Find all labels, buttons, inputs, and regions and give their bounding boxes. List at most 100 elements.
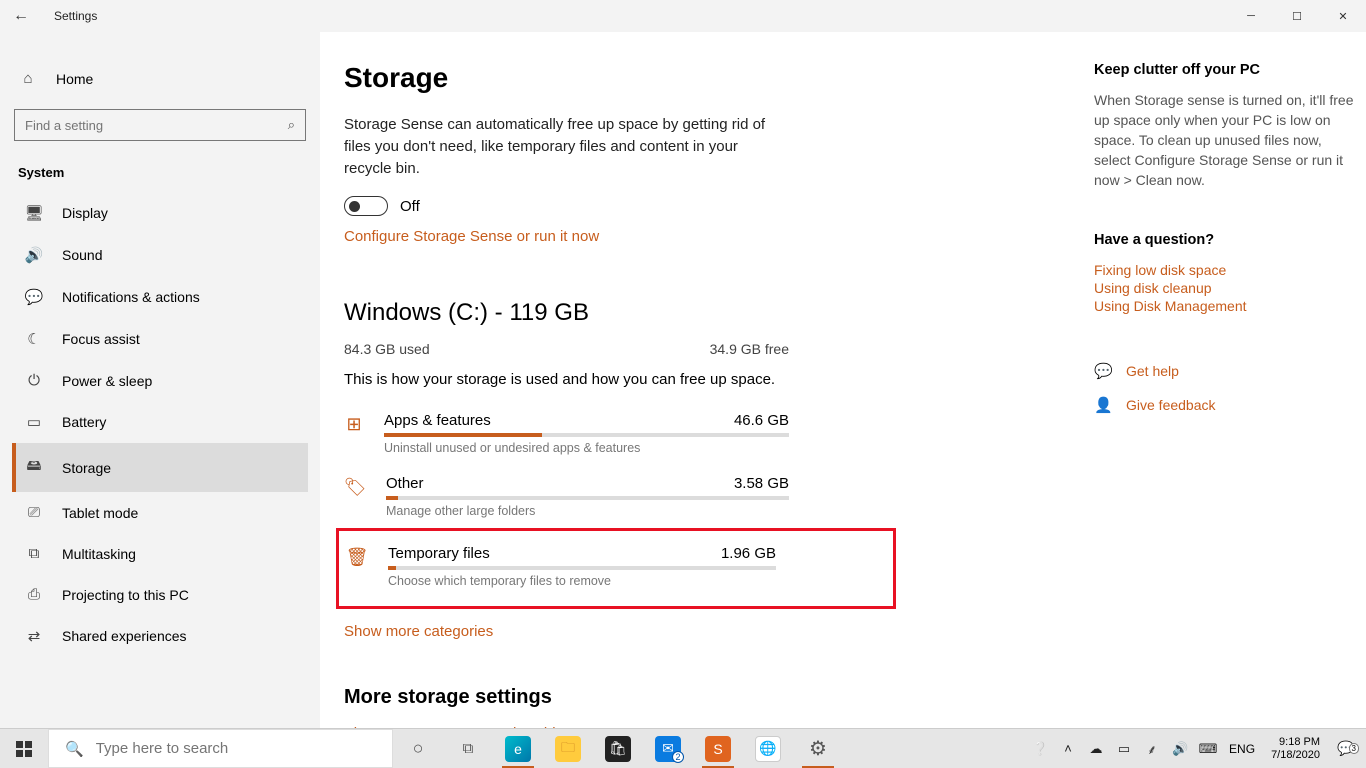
tip-body: When Storage sense is turned on, it'll f…	[1094, 90, 1354, 190]
sidebar-item-label: Notifications & actions	[62, 289, 200, 305]
sidebar-item-sound[interactable]: 🔊 Sound	[12, 234, 308, 276]
sidebar-item-label: Power & sleep	[62, 373, 152, 389]
taskbar-app-mail[interactable]: ✉ 2	[643, 729, 693, 768]
taskbar-app-chrome[interactable]: 🌐	[743, 729, 793, 768]
mail-badge: 2	[672, 751, 684, 763]
help-link[interactable]: Using disk cleanup	[1094, 280, 1354, 296]
sidebar-item-icon: ⎙	[24, 586, 44, 603]
sidebar-item-power-sleep[interactable]: ⏻Power & sleep	[12, 360, 308, 401]
sidebar-item-icon: ☾	[24, 330, 44, 348]
tray-clock[interactable]: 9:18 PM 7/18/2020	[1265, 736, 1326, 762]
sidebar-item-shared-experiences[interactable]: ⇄ Shared experiences	[12, 615, 308, 657]
storage-category-other[interactable]: 🏷 Other 3.58 GB Manage other large folde…	[344, 465, 789, 528]
toggle-state: Off	[400, 198, 420, 215]
maximize-button[interactable]: ☐	[1274, 0, 1320, 32]
help-link[interactable]: Using Disk Management	[1094, 298, 1354, 314]
category-name: Apps & features	[384, 412, 491, 429]
sidebar-item-label: Display	[62, 205, 108, 221]
feedback-label: Give feedback	[1126, 397, 1216, 413]
sidebar-item-icon: 🖥	[24, 204, 44, 222]
sidebar-item-label: Shared experiences	[62, 628, 187, 644]
storage-category-temporary-files[interactable]: 🗑 Temporary files 1.96 GB Choose which t…	[346, 535, 776, 598]
taskbar-app-settings[interactable]: ⚙	[793, 729, 843, 768]
home-icon: ⌂	[18, 70, 38, 87]
search-icon: ⌕	[288, 117, 295, 133]
sidebar-item-display[interactable]: 🖥 Display	[12, 192, 308, 234]
sidebar-item-label: Multitasking	[62, 546, 136, 562]
main-panel: Storage Storage Sense can automatically …	[320, 32, 1366, 728]
sidebar-item-battery[interactable]: ▭ Battery	[12, 401, 308, 443]
sidebar-item-label: Sound	[62, 247, 102, 263]
taskbar-search-input[interactable]	[96, 740, 376, 757]
tray-onedrive-icon[interactable]: ☁	[1085, 741, 1107, 757]
close-button[interactable]: ✕	[1320, 0, 1366, 32]
show-more-categories[interactable]: Show more categories	[344, 623, 904, 640]
category-bar	[386, 496, 789, 500]
tray-language[interactable]: ENG	[1225, 742, 1259, 756]
page-title: Storage	[344, 62, 904, 94]
system-tray: ❔ ˄ ☁ ▭ ⸙ 🔊 ⌨ ENG 9:18 PM 7/18/2020 💬3	[1029, 729, 1366, 768]
tray-chevron-icon[interactable]: ˄	[1057, 741, 1079, 756]
taskbar-app-store[interactable]: 🛍	[593, 729, 643, 768]
feedback-icon: 👤	[1094, 396, 1112, 414]
tray-power-icon[interactable]: ▭	[1113, 741, 1135, 757]
sidebar-item-icon: ⧉	[24, 545, 44, 562]
cortana-icon[interactable]: ○	[393, 729, 443, 768]
get-help-row[interactable]: 💬 Get help	[1094, 362, 1354, 380]
sidebar-item-multitasking[interactable]: ⧉ Multitasking	[12, 533, 308, 574]
drive-heading: Windows (C:) - 119 GB	[344, 299, 904, 327]
taskbar-app-edge[interactable]: e	[493, 729, 543, 768]
category-name: Other	[386, 475, 424, 492]
minimize-button[interactable]: ─	[1228, 0, 1274, 32]
sidebar-item-storage[interactable]: 🖴Storage	[12, 443, 308, 492]
sidebar-item-label: Battery	[62, 414, 106, 430]
category-hint: Uninstall unused or undesired apps & fea…	[384, 441, 789, 455]
category-name: Temporary files	[388, 545, 490, 562]
back-button[interactable]: ←	[6, 7, 36, 25]
storage-sense-toggle[interactable]	[344, 196, 388, 216]
help-link[interactable]: Fixing low disk space	[1094, 262, 1354, 278]
sidebar-item-icon: ▭	[24, 413, 44, 431]
sidebar-item-notifications-actions[interactable]: 💬Notifications & actions	[12, 276, 308, 318]
storage-sense-desc: Storage Sense can automatically free up …	[344, 114, 784, 180]
sidebar-home[interactable]: ⌂ Home	[12, 62, 308, 95]
settings-search[interactable]: ⌕	[14, 109, 306, 141]
tray-wifi-icon[interactable]: ⸙	[1141, 740, 1163, 758]
taskbar: 🔍 ○ ⧉ e 🗀 🛍 ✉ 2 S 🌐 ⚙ ❔ ˄ ☁ ▭	[0, 728, 1366, 768]
sidebar-item-projecting-to-this-pc[interactable]: ⎙Projecting to this PC	[12, 574, 308, 615]
taskbar-search[interactable]: 🔍	[48, 729, 393, 768]
sidebar-item-icon: ⇄	[24, 627, 44, 645]
category-bar	[388, 566, 776, 570]
task-view-icon[interactable]: ⧉	[443, 729, 493, 768]
settings-search-input[interactable]	[25, 118, 288, 133]
sidebar-item-icon: 🖴	[24, 455, 44, 480]
app-title: Settings	[54, 9, 97, 23]
taskbar-app-explorer[interactable]: 🗀	[543, 729, 593, 768]
category-icon: ⊞	[344, 412, 364, 455]
category-icon: 🏷	[344, 475, 366, 518]
sidebar-section: System	[12, 155, 308, 192]
taskbar-app-sublime[interactable]: S	[693, 729, 743, 768]
tray-notifications[interactable]: 💬3	[1332, 740, 1360, 757]
help-icon: 💬	[1094, 362, 1112, 380]
storage-category-apps-features[interactable]: ⊞ Apps & features 46.6 GB Uninstall unus…	[344, 402, 789, 465]
sidebar-item-label: Tablet mode	[62, 505, 138, 521]
tray-help-icon[interactable]: ❔	[1029, 741, 1051, 757]
tray-volume-icon[interactable]: 🔊	[1169, 741, 1191, 757]
category-size: 46.6 GB	[734, 412, 789, 429]
sidebar-item-icon: 🔊	[24, 246, 44, 264]
sidebar-item-tablet-mode[interactable]: ⎚ Tablet mode	[12, 492, 308, 533]
start-button[interactable]	[0, 729, 48, 768]
configure-storage-sense-link[interactable]: Configure Storage Sense or run it now	[344, 228, 904, 245]
drive-free: 34.9 GB free	[710, 341, 789, 357]
category-size: 3.58 GB	[734, 475, 789, 492]
give-feedback-row[interactable]: 👤 Give feedback	[1094, 396, 1354, 414]
sidebar-home-label: Home	[56, 71, 93, 87]
sidebar-item-icon: ⎚	[24, 504, 44, 521]
tray-keyboard-icon[interactable]: ⌨	[1197, 741, 1219, 757]
tips-panel: Keep clutter off your PC When Storage se…	[1094, 62, 1354, 728]
sidebar: ⌂ Home ⌕ System 🖥 Display 🔊 Sound 💬Notificat…	[0, 32, 320, 728]
highlighted-category: 🗑 Temporary files 1.96 GB Choose which t…	[336, 528, 896, 609]
sidebar-item-focus-assist[interactable]: ☾Focus assist	[12, 318, 308, 360]
titlebar: ← Settings ─ ☐ ✕	[0, 0, 1366, 32]
